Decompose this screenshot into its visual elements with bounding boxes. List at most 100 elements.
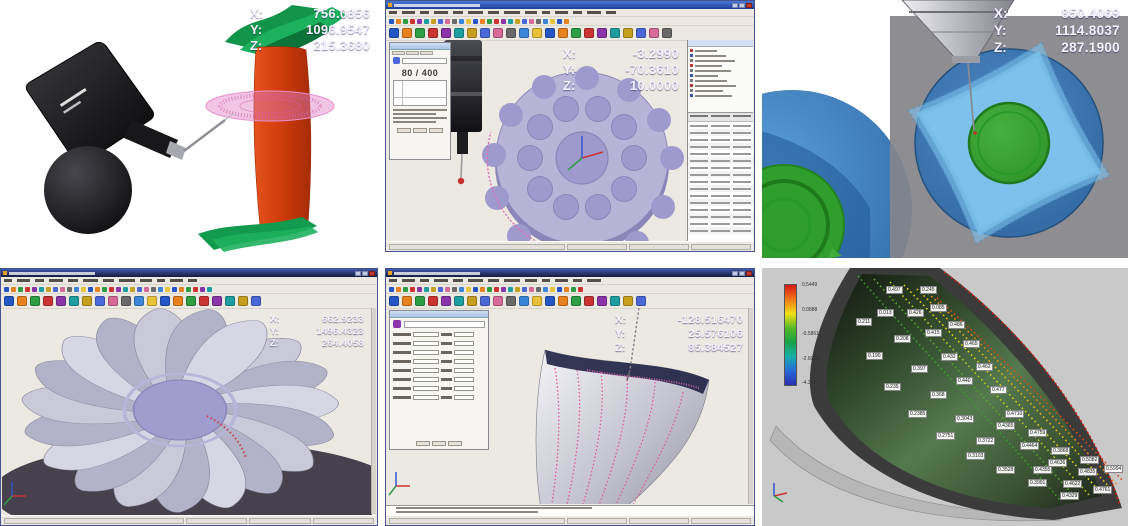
toolbar-icon[interactable]	[623, 296, 633, 306]
dialog-button[interactable]	[397, 128, 411, 133]
toolbar-icon[interactable]	[160, 296, 170, 306]
toolbar-icon[interactable]	[56, 296, 66, 306]
toolbar-icon[interactable]	[515, 287, 520, 292]
dialog-tab[interactable]	[406, 51, 419, 55]
toolbar-icon[interactable]	[545, 28, 555, 38]
toolbar-icon[interactable]	[571, 296, 581, 306]
toolbar-icon[interactable]	[508, 287, 513, 292]
menu-item[interactable]	[83, 279, 98, 282]
toolbar-icon[interactable]	[74, 287, 79, 292]
vertical-scrollbar[interactable]	[371, 308, 376, 514]
toolbar-icon[interactable]	[501, 287, 506, 292]
value-input[interactable]	[413, 341, 439, 346]
toolbar-icon[interactable]	[597, 296, 607, 306]
table-row[interactable]	[688, 220, 753, 227]
toolbar-icon[interactable]	[558, 28, 568, 38]
table-row[interactable]	[688, 143, 753, 150]
toolbar-icon[interactable]	[417, 287, 422, 292]
toolbar-icon[interactable]	[441, 296, 451, 306]
table-row[interactable]	[688, 185, 753, 192]
dialog-title-bar[interactable]	[390, 311, 488, 318]
value-input[interactable]	[454, 332, 474, 337]
toolbar-icon[interactable]	[396, 19, 401, 24]
toolbar-icon[interactable]	[452, 287, 457, 292]
maximize-button[interactable]	[739, 3, 745, 8]
menu-item[interactable]	[504, 279, 520, 282]
menu-item[interactable]	[402, 279, 415, 282]
toolbar-icon[interactable]	[564, 287, 569, 292]
toolbar-icon[interactable]	[424, 287, 429, 292]
toolbar-icon[interactable]	[389, 28, 399, 38]
tree-item[interactable]	[690, 93, 751, 98]
toolbar-icon[interactable]	[459, 19, 464, 24]
menu-item[interactable]	[140, 279, 152, 282]
vertical-scrollbar[interactable]	[748, 308, 753, 504]
toolbar-icon[interactable]	[508, 19, 513, 24]
toolbar-icon[interactable]	[410, 19, 415, 24]
title-bar[interactable]	[1, 269, 377, 277]
value-input[interactable]	[454, 350, 474, 355]
toolbar-icon[interactable]	[501, 19, 506, 24]
table-row[interactable]	[688, 206, 753, 213]
toolbar-icon[interactable]	[30, 296, 40, 306]
probe-select-input[interactable]	[402, 58, 447, 64]
toolbar-icon[interactable]	[389, 287, 394, 292]
toolbar-icon[interactable]	[550, 287, 555, 292]
toolbar-icon[interactable]	[493, 28, 503, 38]
toolbar-icon[interactable]	[403, 19, 408, 24]
menu-item[interactable]	[542, 11, 550, 14]
sampling-dialog[interactable]: 80 / 400	[389, 42, 451, 160]
minimize-button[interactable]	[355, 271, 361, 276]
toolbar-icon[interactable]	[410, 287, 415, 292]
toolbar-icon[interactable]	[480, 287, 485, 292]
toolbar-icon[interactable]	[428, 296, 438, 306]
toolbar-icon[interactable]	[506, 28, 516, 38]
toolbar-icon[interactable]	[571, 287, 576, 292]
toolbar-icon[interactable]	[403, 287, 408, 292]
toolbar-icon[interactable]	[515, 19, 520, 24]
name-input[interactable]	[404, 321, 485, 328]
close-button[interactable]	[369, 271, 375, 276]
toolbar-icon[interactable]	[473, 19, 478, 24]
value-input[interactable]	[413, 395, 439, 400]
toolbar-icon[interactable]	[43, 296, 53, 306]
menu-item[interactable]	[389, 11, 397, 14]
toolbar-icon[interactable]	[134, 296, 144, 306]
menu-item[interactable]	[468, 11, 483, 14]
toolbar-icon[interactable]	[441, 28, 451, 38]
value-input[interactable]	[454, 377, 474, 382]
toolbar-icon[interactable]	[225, 296, 235, 306]
menu-item[interactable]	[420, 279, 429, 282]
toolbar-icon[interactable]	[532, 28, 542, 38]
toolbar-icon[interactable]	[67, 287, 72, 292]
scan-settings-dialog[interactable]	[389, 310, 489, 450]
value-input[interactable]	[413, 377, 439, 382]
toolbar-icon[interactable]	[69, 296, 79, 306]
toolbar-icon[interactable]	[467, 296, 477, 306]
toolbar-icon[interactable]	[584, 296, 594, 306]
dialog-button[interactable]	[413, 128, 427, 133]
toolbar-icon[interactable]	[108, 296, 118, 306]
table-row[interactable]	[688, 136, 753, 143]
close-button[interactable]	[746, 271, 752, 276]
toolbar-icon[interactable]	[165, 287, 170, 292]
menu-item[interactable]	[488, 279, 499, 282]
value-input[interactable]	[413, 332, 439, 337]
toolbar-icon[interactable]	[251, 296, 261, 306]
toolbar-icon[interactable]	[424, 19, 429, 24]
toolbar-icon[interactable]	[186, 296, 196, 306]
title-bar[interactable]	[386, 269, 754, 277]
menu-item[interactable]	[434, 279, 448, 282]
toolbar-icon[interactable]	[545, 296, 555, 306]
menu-item[interactable]	[573, 279, 582, 282]
menu-item[interactable]	[542, 279, 550, 282]
toolbar-icon[interactable]	[445, 287, 450, 292]
menu-item[interactable]	[389, 279, 397, 282]
toolbar-icon[interactable]	[623, 28, 633, 38]
toolbar-icon[interactable]	[610, 296, 620, 306]
toolbar-icon[interactable]	[238, 296, 248, 306]
toolbar-icon[interactable]	[102, 287, 107, 292]
toolbar-icon[interactable]	[109, 287, 114, 292]
toolbar-icon[interactable]	[415, 28, 425, 38]
toolbar-icon[interactable]	[199, 296, 209, 306]
